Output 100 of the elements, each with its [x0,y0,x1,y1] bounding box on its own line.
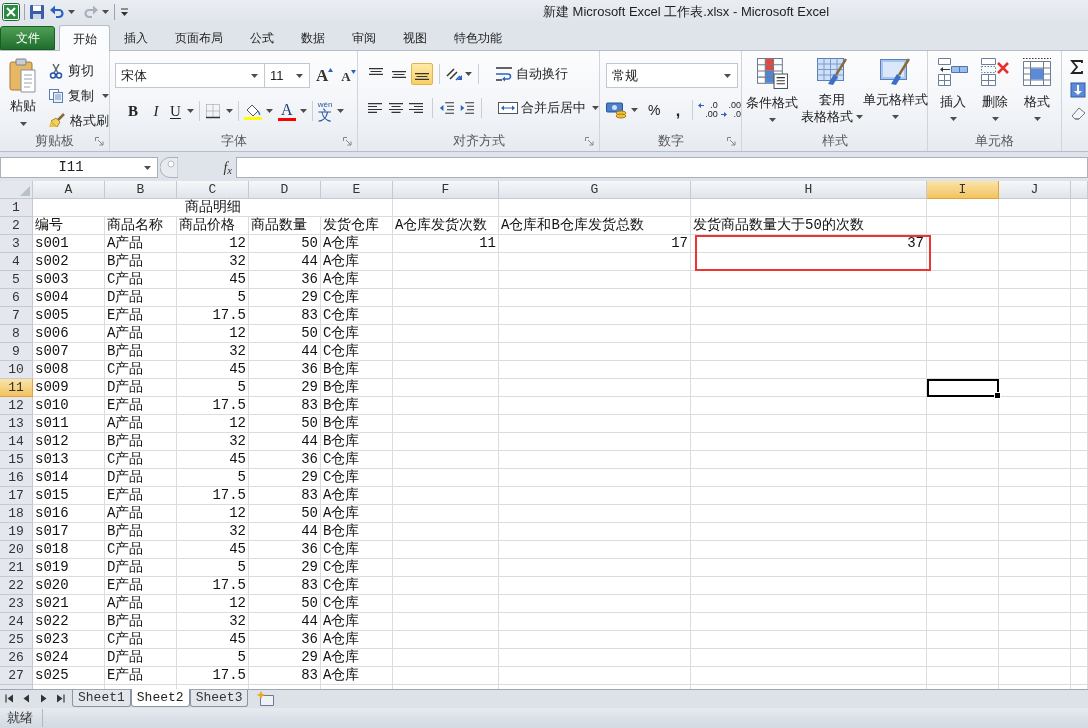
row-header[interactable]: 18 [0,505,33,523]
name-box[interactable]: I11 [0,157,158,178]
dialog-launcher-icon[interactable] [343,136,352,146]
row-header[interactable]: 3 [0,235,33,253]
row-header[interactable]: 14 [0,433,33,451]
row-header[interactable]: 17 [0,487,33,505]
underline-button[interactable]: U [170,100,194,122]
row-header[interactable]: 7 [0,307,33,325]
number-format-field[interactable]: 常规 [606,63,738,88]
grow-font-button[interactable]: A [316,64,334,87]
column-header[interactable]: D [249,181,321,199]
last-sheet-icon[interactable] [56,694,65,703]
row-header[interactable]: 1 [0,199,33,217]
row-header[interactable]: 10 [0,361,33,379]
column-header[interactable]: C [177,181,249,199]
row-header[interactable]: 6 [0,289,33,307]
sum-icon[interactable] [1070,60,1084,74]
column-header[interactable]: J [999,181,1071,199]
cell-styles-button[interactable]: 单元格样式 [864,55,926,131]
font-name-field[interactable]: 宋体 [115,63,265,88]
customize-icon[interactable] [120,7,129,17]
row-header[interactable]: 19 [0,523,33,541]
ribbon-tab[interactable]: 公式 [236,25,287,50]
sheet-tab[interactable]: Sheet3 [189,690,249,707]
ribbon-tab[interactable]: 特色功能 [440,25,515,50]
row-header[interactable]: 25 [0,631,33,649]
copy-button[interactable]: 复制 [48,85,109,106]
fill-handle[interactable] [994,392,1001,399]
eraser-icon[interactable] [1070,106,1086,120]
bold-button[interactable]: B [123,100,143,122]
format-painter-button[interactable]: 格式刷 [48,110,109,131]
formula-input-field[interactable] [236,157,1088,178]
row-header[interactable]: 23 [0,595,33,613]
align-bottom-button[interactable] [411,63,433,85]
row-header[interactable]: 20 [0,541,33,559]
row-header[interactable]: 5 [0,271,33,289]
insert-cells-button[interactable]: 插入 [932,55,974,131]
paste-button[interactable]: 粘贴 [6,55,40,131]
sheet-tab[interactable]: Sheet1 [72,690,131,707]
font-size-field[interactable]: 11 [265,63,310,88]
first-sheet-icon[interactable] [5,694,14,703]
row-header[interactable]: 4 [0,253,33,271]
row-header[interactable]: 26 [0,649,33,667]
row-header[interactable]: 15 [0,451,33,469]
app-icon[interactable] [2,3,20,21]
currency-button[interactable] [606,99,638,121]
wrap-text-button[interactable]: 自动换行 [495,63,568,85]
decrease-decimal-button[interactable]: .00 .0 [721,99,741,121]
column-header[interactable]: F [393,181,499,199]
table-format-button[interactable]: 套用 表格格式 [800,55,864,131]
shrink-font-button[interactable]: A [341,64,356,87]
row-header[interactable]: 2 [0,217,33,235]
column-header[interactable]: A [33,181,105,199]
increase-indent-icon[interactable] [459,101,475,115]
merge-center-button[interactable]: 合并后居中 [498,97,599,119]
dialog-launcher-icon[interactable] [727,136,736,146]
fill-down-icon[interactable] [1070,82,1086,98]
font-color-button[interactable]: A [277,100,307,122]
row-header[interactable]: 27 [0,667,33,685]
cell-cursor[interactable] [927,379,999,397]
row-header[interactable]: 13 [0,415,33,433]
percent-button[interactable]: % [644,99,665,121]
row-header[interactable]: 12 [0,397,33,415]
comma-button[interactable]: , [668,99,688,121]
ribbon-tab[interactable]: 数据 [287,25,338,50]
row-header[interactable]: 11 [0,379,33,397]
ribbon-tab[interactable]: 审阅 [338,25,389,50]
dialog-launcher-icon[interactable] [585,136,594,146]
ribbon-tab[interactable]: 开始 [59,25,110,51]
phonetic-button[interactable]: wén 文 [317,100,344,122]
column-header[interactable]: E [321,181,393,199]
column-header[interactable]: I [927,181,999,199]
cut-button[interactable]: 剪切 [48,60,109,81]
column-header[interactable]: H [691,181,927,199]
increase-decimal-button[interactable]: .0 .00 [698,99,718,121]
conditional-format-button[interactable]: 条件格式 [744,55,800,131]
save-icon[interactable] [29,4,45,20]
handle-icon[interactable] [160,157,178,178]
next-sheet-icon[interactable] [39,694,48,703]
row-header[interactable]: 21 [0,559,33,577]
row-header[interactable]: 16 [0,469,33,487]
row-header[interactable]: 8 [0,325,33,343]
column-header[interactable]: B [105,181,177,199]
row-header[interactable]: 22 [0,577,33,595]
sheet-tab[interactable]: Sheet2 [130,689,190,707]
row-header[interactable]: 9 [0,343,33,361]
dialog-launcher-icon[interactable] [95,136,104,146]
ribbon-tab[interactable]: 页面布局 [161,25,236,50]
format-cells-button[interactable]: 格式 [1016,55,1058,131]
ribbon-tab[interactable]: 插入 [110,25,161,50]
column-header[interactable]: G [499,181,691,199]
insert-sheet-icon[interactable] [256,691,277,706]
ribbon-tab[interactable]: 视图 [389,25,440,50]
previous-sheet-icon[interactable] [22,694,31,703]
insert-function-button[interactable]: f$_{x}$ [223,159,232,176]
delete-cells-button[interactable]: 删除 [974,55,1016,131]
row-header[interactable]: 24 [0,613,33,631]
file-tab[interactable]: 文件 [0,26,55,50]
decrease-indent-icon[interactable] [439,101,456,115]
italic-button[interactable]: I [146,100,166,122]
